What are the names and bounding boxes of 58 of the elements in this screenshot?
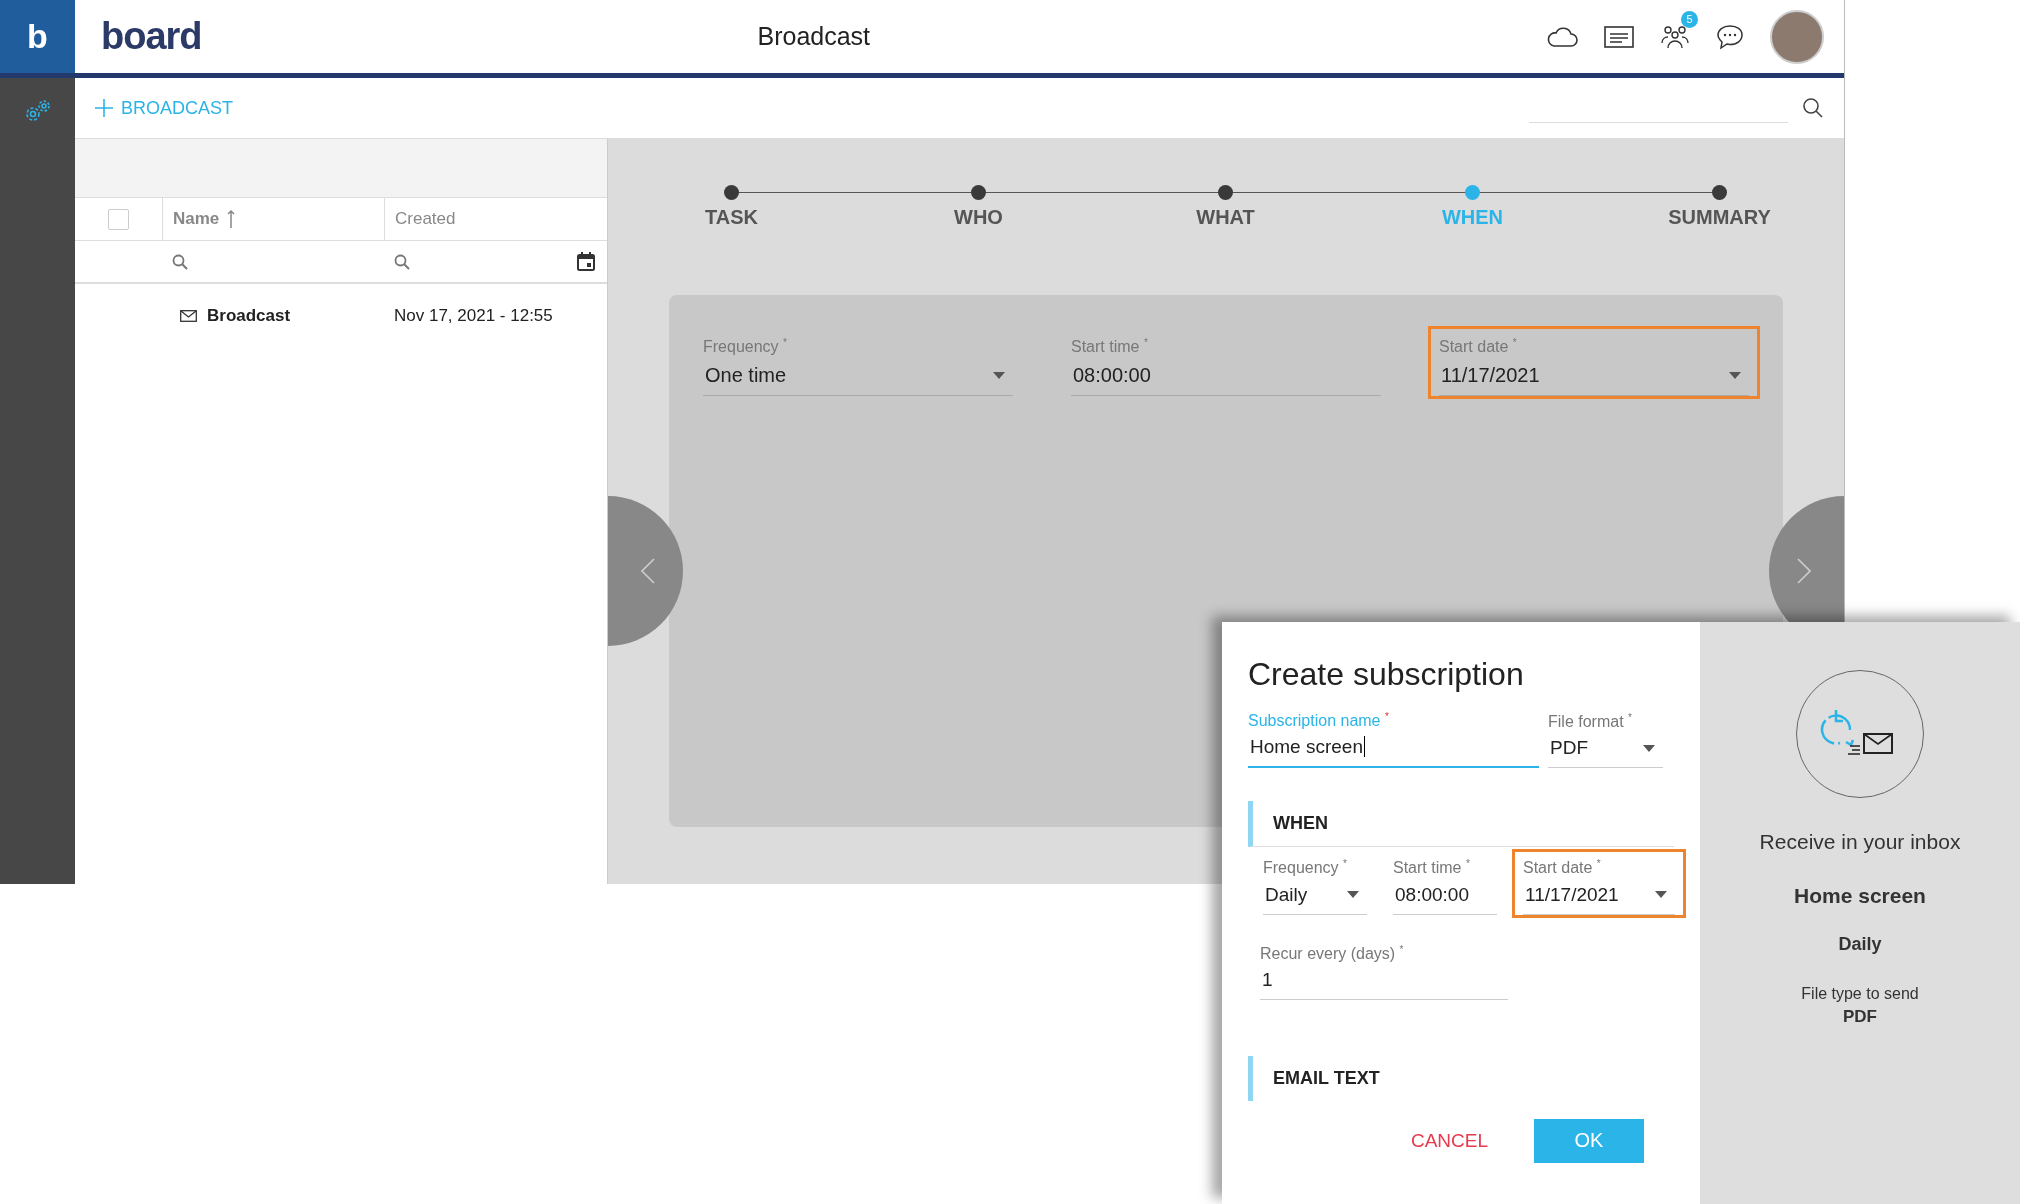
field-label: Start date $^{*}$	[1523, 858, 1602, 878]
plus-icon	[95, 99, 113, 117]
section-heading: WHEN	[1248, 801, 1674, 848]
input-field[interactable]: Home screen	[1248, 734, 1539, 769]
field-label: Start time $^{*}$	[1071, 337, 1149, 357]
summary-file-type: PDF	[1843, 1007, 1877, 1027]
column-header[interactable]: Created	[395, 209, 456, 229]
caret-icon	[1729, 372, 1741, 380]
dropdown-field[interactable]: PDF	[1548, 735, 1663, 769]
mail-icon	[180, 310, 197, 322]
summary-caption: Receive in your inbox	[1759, 830, 1961, 854]
caret-icon	[1655, 891, 1667, 899]
search-icon[interactable]	[394, 253, 410, 270]
table-cell-text: Nov 17, 2021 - 12:55	[393, 306, 554, 326]
summary-frequency: Daily	[1838, 934, 1882, 955]
field-label: Start time $^{*}$	[1393, 858, 1471, 878]
field-label: Recur every (days) $^{*}$	[1260, 943, 1405, 963]
caret-icon	[1643, 744, 1655, 752]
cloud-icon[interactable]	[1546, 25, 1578, 48]
step-tab[interactable]: WHO	[855, 185, 1102, 229]
summary-name: Home screen	[1794, 884, 1926, 908]
select-all-checkbox[interactable]	[108, 208, 129, 230]
chevron-right-icon	[1797, 558, 1811, 584]
field-label: File format $^{*}$	[1548, 712, 1633, 732]
field-label: Frequency $^{*}$	[703, 337, 788, 357]
chevron-left-icon	[641, 558, 655, 584]
step-tab[interactable]: SUMMARY	[1596, 185, 1843, 229]
dropdown-field[interactable]: 11/17/2021	[1439, 362, 1749, 397]
input-field[interactable]: 08:00:00	[1071, 362, 1381, 397]
input-field[interactable]: 08:00:00	[1393, 881, 1497, 915]
input-field[interactable]: 1	[1260, 967, 1508, 1000]
field-label: Start date $^{*}$	[1439, 337, 1518, 357]
section-heading: EMAIL TEXT	[1248, 1056, 1674, 1101]
cancel-button[interactable]: CANCEL	[1404, 1129, 1494, 1153]
field-label: Subscription name $^{*}$	[1248, 711, 1390, 731]
dropdown-field[interactable]: 11/17/2021	[1523, 881, 1675, 915]
caret-icon	[1347, 891, 1359, 899]
logo-mark: b	[0, 0, 75, 73]
logo-wordmark: board	[101, 15, 202, 58]
field-label: Frequency $^{*}$	[1263, 858, 1348, 878]
caret-icon	[993, 372, 1005, 380]
notification-badge: 5	[1681, 10, 1698, 28]
dropdown-field[interactable]: Daily	[1263, 881, 1367, 915]
step-tab[interactable]: TASK	[608, 185, 855, 229]
step-tab[interactable]: WHAT	[1102, 185, 1349, 229]
avatar[interactable]	[1770, 9, 1824, 64]
search-icon[interactable]	[1802, 97, 1824, 119]
table-cell[interactable]: Broadcast	[207, 306, 291, 326]
chat-icon[interactable]	[1716, 23, 1744, 50]
dialog-title: Create subscription	[1248, 656, 1525, 693]
summary-label: File type to send	[1801, 985, 1919, 1003]
search-icon[interactable]	[172, 253, 188, 270]
calendar-icon[interactable]	[577, 252, 595, 271]
sort-arrow-icon	[227, 210, 236, 228]
dropdown-field[interactable]: One time	[703, 362, 1013, 397]
page-title: Broadcast	[757, 22, 871, 51]
column-header[interactable]: Name	[173, 209, 220, 229]
message-list-icon[interactable]	[1604, 25, 1634, 48]
